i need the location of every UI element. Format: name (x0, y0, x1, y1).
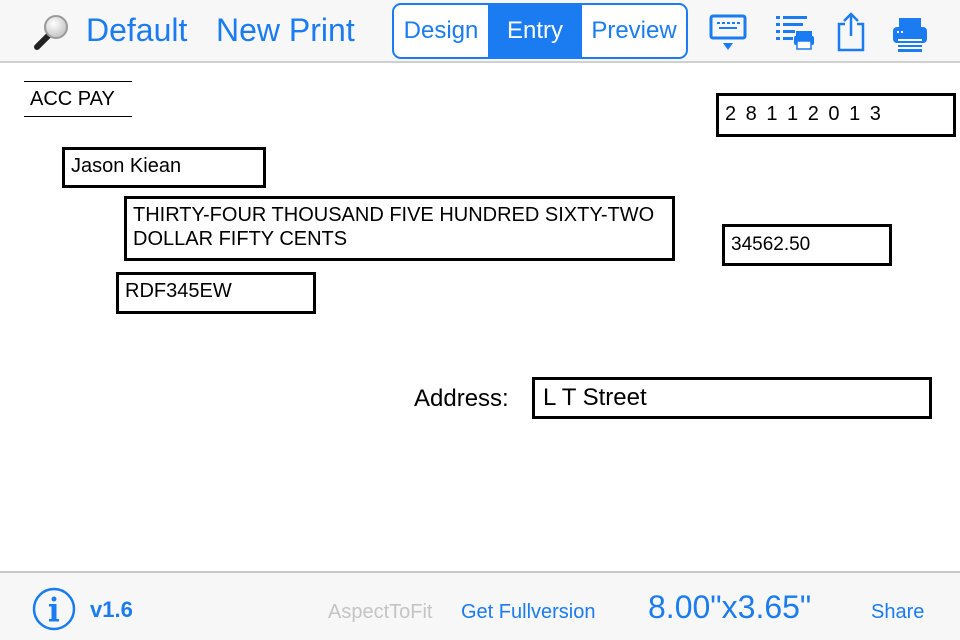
check-canvas: ACC PAY 2 8 1 1 2 0 1 3 Jason Kiean THIR… (0, 63, 960, 571)
version-label: v1.6 (90, 597, 133, 622)
tab-entry[interactable]: Entry (488, 5, 582, 57)
reference-field[interactable]: RDF345EW (116, 272, 316, 314)
new-print-button[interactable]: New Print (216, 10, 355, 50)
magnifier-icon[interactable] (32, 12, 72, 52)
bottom-toolbar: v1.6 AspectToFit Get Fullversion 8.00"x3… (0, 571, 960, 640)
amount-number-field[interactable]: 34562.50 (722, 224, 892, 266)
acc-pay-label[interactable]: ACC PAY (24, 81, 132, 117)
share-icon[interactable] (831, 10, 871, 54)
share-button[interactable]: Share (871, 601, 924, 624)
tab-design[interactable]: Design (394, 5, 488, 57)
aspect-to-fit-button[interactable]: AspectToFit (328, 601, 432, 624)
address-field[interactable]: L T Street (532, 377, 932, 419)
top-toolbar: Default New Print Design Entry Preview (0, 0, 960, 63)
get-fullversion-button[interactable]: Get Fullversion (461, 601, 596, 624)
mode-segmented-control: Design Entry Preview (392, 3, 688, 59)
payee-field[interactable]: Jason Kiean (62, 147, 266, 188)
date-field[interactable]: 2 8 1 1 2 0 1 3 (716, 93, 956, 137)
info-icon[interactable] (32, 587, 76, 631)
paper-size-label[interactable]: 8.00"x3.65" (648, 589, 811, 626)
tab-preview[interactable]: Preview (582, 5, 686, 57)
default-button[interactable]: Default (86, 10, 187, 50)
amount-words-field[interactable]: THIRTY-FOUR THOUSAND FIVE HUNDRED SIXTY-… (124, 196, 675, 261)
keyboard-dismiss-icon[interactable] (709, 10, 749, 54)
printer-icon[interactable] (890, 10, 930, 54)
list-print-icon[interactable] (774, 10, 814, 54)
address-label: Address: (414, 385, 509, 412)
